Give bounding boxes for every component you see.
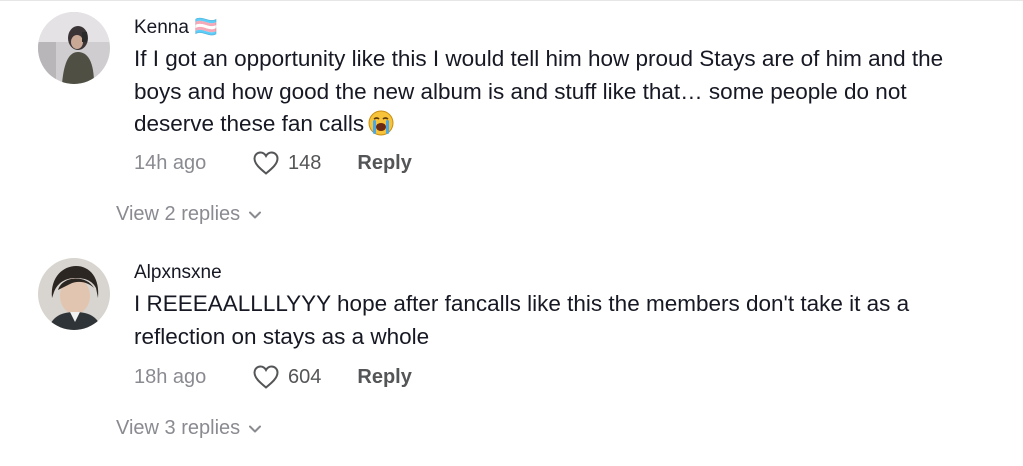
username-text: Kenna 🏳️‍⚧️ (134, 17, 218, 38)
loudly-crying-face-icon (368, 110, 394, 136)
username-text: Alpxnsxne (134, 262, 222, 283)
like-count: 604 (288, 365, 322, 388)
comment-username[interactable]: Kenna 🏳️‍⚧️ (134, 15, 218, 39)
view-replies-button[interactable]: View 2 replies (116, 203, 262, 226)
chevron-down-icon (249, 425, 262, 432)
timestamp: 18h ago (134, 365, 207, 388)
view-replies-label: View 2 replies (116, 203, 241, 225)
comment-text: If I got an opportunity like this I woul… (134, 43, 954, 141)
reply-button[interactable]: Reply (357, 152, 411, 175)
like-count: 148 (288, 151, 322, 174)
comment-meta: 18h ago 604 Reply (134, 362, 412, 392)
avatar[interactable] (38, 12, 110, 84)
top-divider (0, 0, 1023, 1)
comment-username[interactable]: Alpxnsxne (134, 262, 222, 284)
heart-icon (253, 151, 279, 175)
view-replies-label: View 3 replies (116, 417, 241, 439)
avatar[interactable] (38, 258, 110, 330)
comment-body: If I got an opportunity like this I woul… (134, 46, 944, 136)
avatar-photo (38, 258, 110, 330)
chevron-down-icon (249, 211, 262, 218)
reply-button[interactable]: Reply (357, 366, 411, 389)
like-button[interactable]: 148 (252, 150, 321, 176)
like-button[interactable]: 604 (252, 364, 321, 390)
avatar-photo (38, 12, 110, 84)
heart-icon (253, 365, 279, 389)
comment-text: I REEEAALLLLYYY hope after fancalls like… (134, 288, 954, 353)
timestamp: 14h ago (134, 151, 207, 174)
view-replies-button[interactable]: View 3 replies (116, 417, 262, 440)
comment-body: I REEEAALLLLYYY hope after fancalls like… (134, 291, 910, 349)
comment-meta: 14h ago 148 Reply (134, 148, 412, 178)
